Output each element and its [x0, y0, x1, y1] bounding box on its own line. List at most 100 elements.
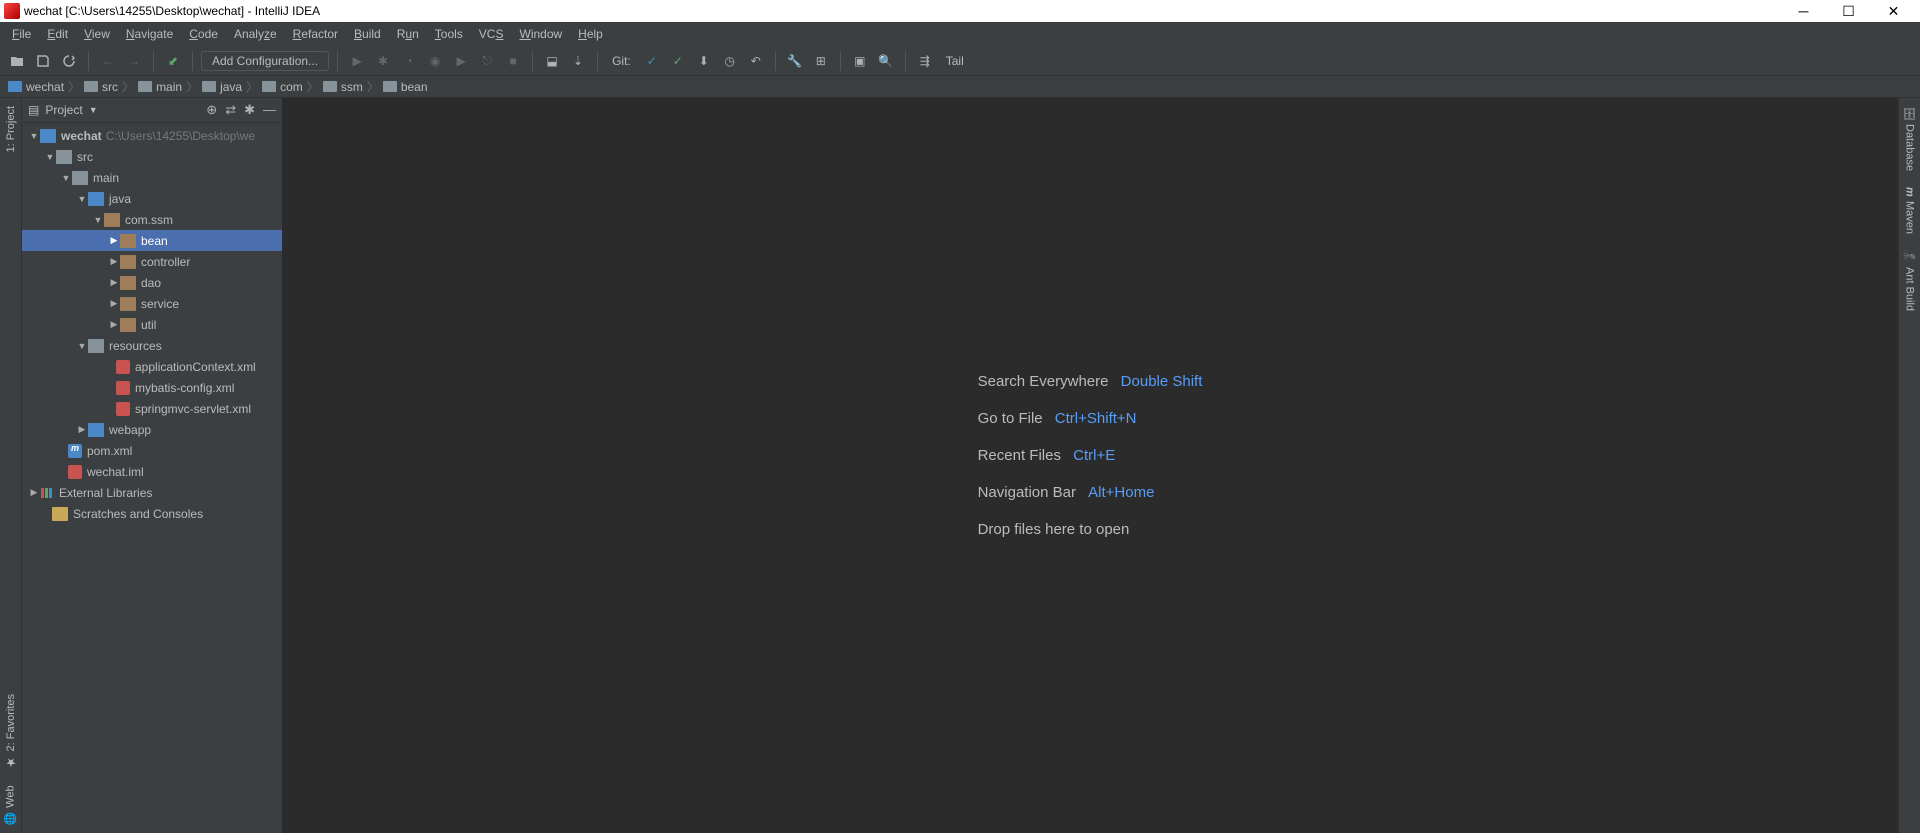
package-icon [104, 213, 120, 227]
menu-view[interactable]: View [76, 24, 118, 44]
run-anything-icon[interactable]: ▣ [849, 50, 871, 72]
crumb-wechat[interactable]: wechat [6, 80, 66, 94]
tree-node-util[interactable]: ▶util [22, 314, 282, 335]
tree-node-mybatis[interactable]: mybatis-config.xml [22, 377, 282, 398]
git-pull-icon[interactable]: ⬇ [693, 50, 715, 72]
welcome-goto-key: Ctrl+Shift+N [1055, 410, 1137, 427]
forward-icon[interactable]: → [123, 50, 145, 72]
close-button[interactable]: ✕ [1871, 0, 1916, 22]
menu-run[interactable]: Run [389, 24, 427, 44]
attach-icon[interactable]: ⎋ [476, 50, 498, 72]
welcome-search-row: Search Everywhere Double Shift [978, 373, 1203, 390]
menu-refactor[interactable]: Refactor [285, 24, 346, 44]
tree-node-bean[interactable]: ▶bean [22, 230, 282, 251]
module-icon [40, 129, 56, 143]
settings-icon[interactable]: ✱ [244, 102, 255, 118]
tree-node-main[interactable]: ▼main [22, 167, 282, 188]
crumb-bean[interactable]: bean [381, 80, 430, 94]
expand-icon[interactable]: ⇄ [225, 102, 236, 118]
separator [775, 51, 776, 71]
git-revert-icon[interactable]: ↶ [745, 50, 767, 72]
run-icon[interactable]: ▶ [346, 50, 368, 72]
menu-window[interactable]: Window [511, 24, 570, 44]
menu-tools[interactable]: Tools [427, 24, 471, 44]
package-icon [120, 234, 136, 248]
dropdown-icon[interactable]: ▼ [89, 105, 98, 115]
menu-file[interactable]: File [4, 24, 39, 44]
save-icon[interactable] [32, 50, 54, 72]
favorites-tool-tab[interactable]: ★2: Favorites [2, 686, 20, 777]
tree-node-scratches[interactable]: Scratches and Consoles [22, 503, 282, 524]
maven-tool-tab[interactable]: mMaven [1902, 179, 1918, 242]
git-commit-icon[interactable]: ✓ [641, 50, 663, 72]
search-icon[interactable]: 🔍 [875, 50, 897, 72]
iml-file-icon [68, 465, 82, 479]
update-icon[interactable]: ⇣ [567, 50, 589, 72]
tree-node-springmvc[interactable]: springmvc-servlet.xml [22, 398, 282, 419]
separator [153, 51, 154, 71]
folder-icon [138, 81, 152, 92]
welcome-search-label: Search Everywhere [978, 373, 1109, 390]
tree-node-pom[interactable]: pom.xml [22, 440, 282, 461]
menu-navigate[interactable]: Navigate [118, 24, 181, 44]
maximize-button[interactable]: ☐ [1826, 0, 1871, 22]
tree-node-java[interactable]: ▼java [22, 188, 282, 209]
build-icon[interactable]: ⬋ [162, 50, 184, 72]
locate-icon[interactable]: ⊕ [206, 102, 217, 118]
tree-node-controller[interactable]: ▶controller [22, 251, 282, 272]
stop-icon[interactable]: ■ [502, 50, 524, 72]
tree-node-service[interactable]: ▶service [22, 293, 282, 314]
welcome-nav-label: Navigation Bar [978, 484, 1076, 501]
tree-node-root[interactable]: ▼wechatC:\Users\14255\Desktop\we [22, 125, 282, 146]
tree-node-iml[interactable]: wechat.iml [22, 461, 282, 482]
menu-vcs[interactable]: VCS [471, 24, 512, 44]
git-push-icon[interactable]: ✓ [667, 50, 689, 72]
open-icon[interactable] [6, 50, 28, 72]
project-structure-icon[interactable]: ⊞ [810, 50, 832, 72]
ant-tool-tab[interactable]: 🐜Ant Build [1901, 242, 1918, 319]
wrench-icon[interactable]: 🔧 [784, 50, 806, 72]
project-view-icon: ▤ [28, 103, 39, 117]
tree-node-comssm[interactable]: ▼com.ssm [22, 209, 282, 230]
debug-icon[interactable]: ✱ [372, 50, 394, 72]
editor-empty-state[interactable]: Search Everywhere Double Shift Go to Fil… [282, 98, 1898, 833]
tree-node-dao[interactable]: ▶dao [22, 272, 282, 293]
back-icon[interactable]: ← [97, 50, 119, 72]
separator [597, 51, 598, 71]
menu-code[interactable]: Code [181, 24, 226, 44]
refresh-icon[interactable] [58, 50, 80, 72]
tail-icon[interactable]: ⇶ [914, 50, 936, 72]
menu-analyze[interactable]: Analyze [226, 24, 285, 44]
window-title: wechat [C:\Users\14255\Desktop\wechat] -… [24, 4, 320, 18]
menu-edit[interactable]: Edit [39, 24, 76, 44]
menu-help[interactable]: Help [570, 24, 611, 44]
separator [337, 51, 338, 71]
welcome-recent-label: Recent Files [978, 447, 1061, 464]
crumb-ssm[interactable]: ssm [321, 80, 365, 94]
profile-icon[interactable]: ◉ [424, 50, 446, 72]
welcome-nav-key: Alt+Home [1088, 484, 1154, 501]
tree-node-extlib[interactable]: ▶External Libraries [22, 482, 282, 503]
chevron-right-icon: 〉 [367, 78, 379, 95]
tree-node-webapp[interactable]: ▶webapp [22, 419, 282, 440]
tree-node-src[interactable]: ▼src [22, 146, 282, 167]
crumb-com[interactable]: com [260, 80, 305, 94]
crumb-java[interactable]: java [200, 80, 244, 94]
coverage-icon[interactable]: ◔ [398, 50, 420, 72]
crumb-main[interactable]: main [136, 80, 184, 94]
welcome-recent-row: Recent Files Ctrl+E [978, 447, 1203, 464]
crumb-src[interactable]: src [82, 80, 120, 94]
git-history-icon[interactable]: ◷ [719, 50, 741, 72]
vcs-icon[interactable]: ⬓ [541, 50, 563, 72]
hide-icon[interactable]: — [263, 102, 276, 118]
database-tool-tab[interactable]: 🗄Database [1901, 98, 1918, 179]
menu-build[interactable]: Build [346, 24, 389, 44]
project-tool-tab[interactable]: 1: Project [3, 98, 19, 160]
minimize-button[interactable]: ─ [1781, 0, 1826, 22]
add-configuration-button[interactable]: Add Configuration... [201, 51, 329, 71]
window-titlebar: wechat [C:\Users\14255\Desktop\wechat] -… [0, 0, 1920, 22]
tree-node-resources[interactable]: ▼resources [22, 335, 282, 356]
tree-node-appctx[interactable]: applicationContext.xml [22, 356, 282, 377]
run2-icon[interactable]: ▶ [450, 50, 472, 72]
web-tool-tab[interactable]: 🌐Web [2, 777, 19, 833]
